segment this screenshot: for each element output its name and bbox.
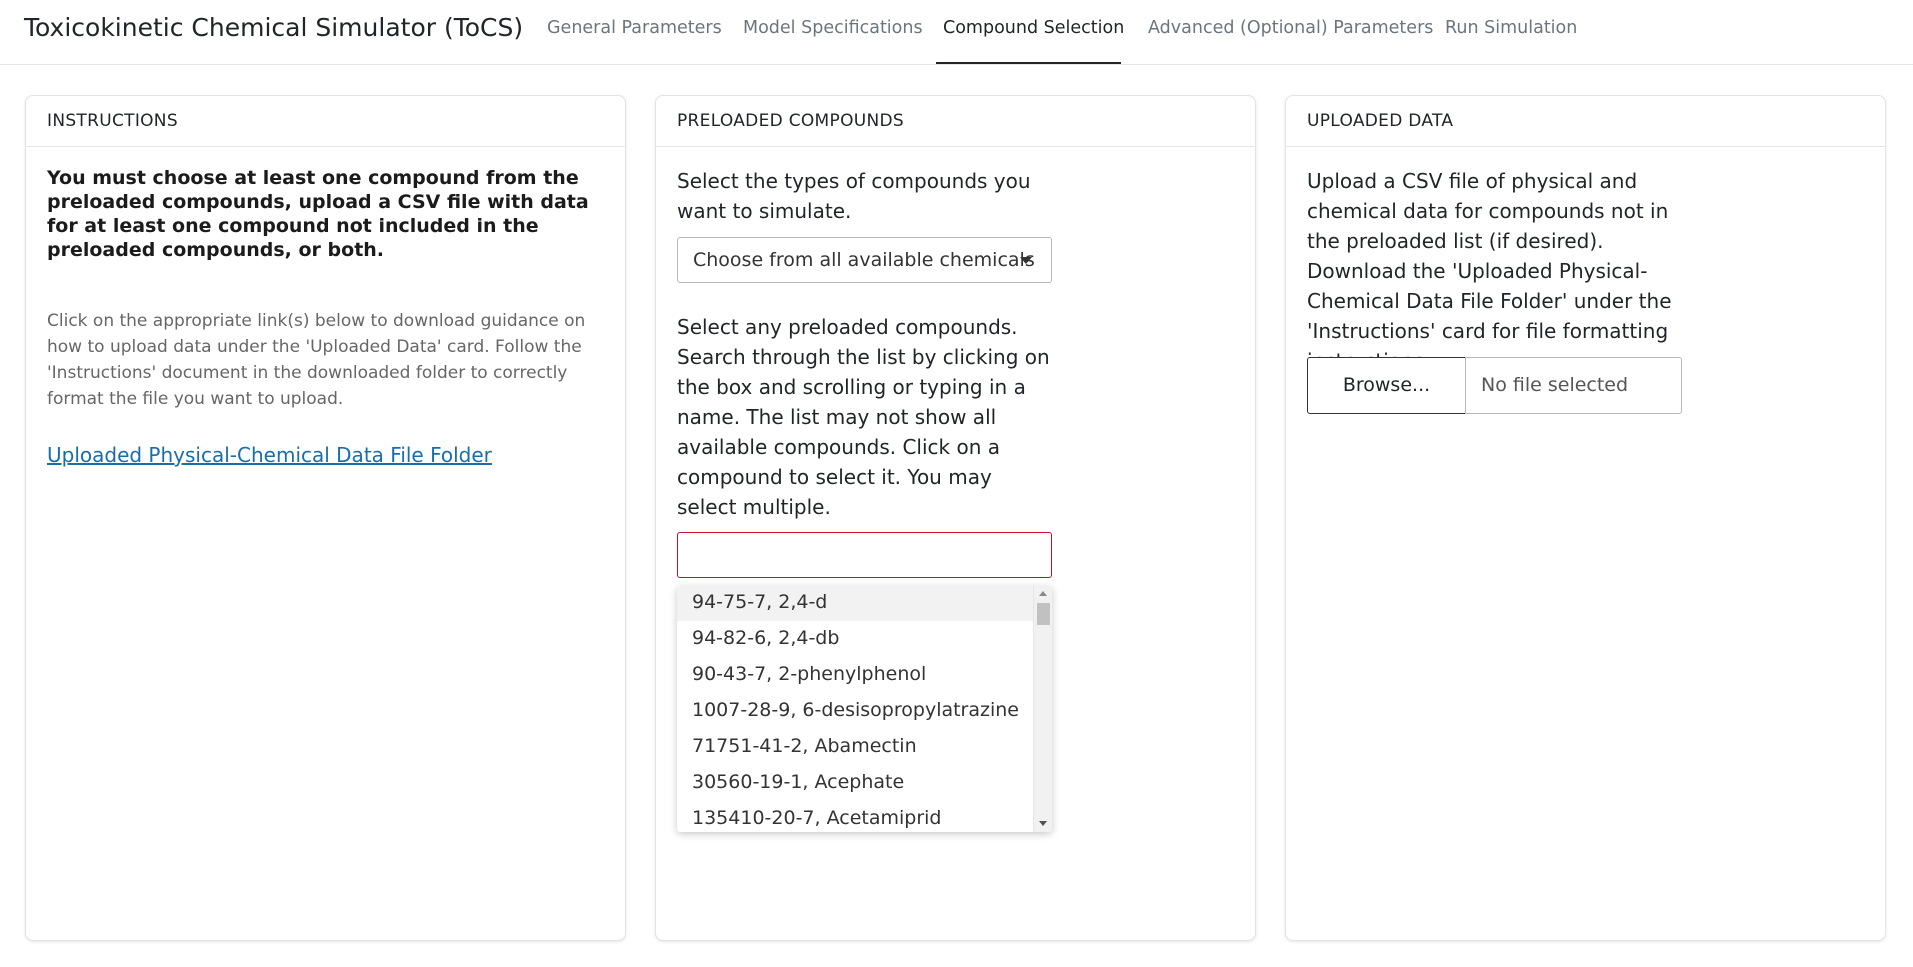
tab-run-simulation[interactable]: Run Simulation — [1445, 18, 1577, 38]
uploaded-card-header: UPLOADED DATA — [1286, 96, 1885, 147]
scroll-up-arrow-icon[interactable] — [1039, 591, 1047, 596]
file-status-display: No file selected — [1465, 357, 1682, 414]
compound-option[interactable]: 94-82-6, 2,4-db — [677, 621, 1033, 657]
compound-selection-prompt: Select any preloaded compounds. Search t… — [677, 315, 1050, 519]
upload-instructions: Upload a CSV file of physical and chemic… — [1307, 169, 1672, 373]
preloaded-compounds-card: PRELOADED COMPOUNDS Select the types of … — [655, 95, 1256, 941]
compound-options-list: 94-75-7, 2,4-d 94-82-6, 2,4-db 90-43-7, … — [677, 586, 1033, 832]
tab-compound-selection[interactable]: Compound Selection — [943, 18, 1124, 38]
instructions-requirement: You must choose at least one compound fr… — [47, 167, 589, 261]
compound-type-select-value: Choose from all available chemicals — [693, 249, 1035, 271]
dropdown-scrollbar[interactable] — [1033, 586, 1052, 832]
caret-down-icon — [1020, 257, 1032, 264]
tab-model-specifications[interactable]: Model Specifications — [743, 18, 923, 38]
instructions-guidance: Click on the appropriate link(s) below t… — [47, 311, 586, 409]
browse-button[interactable]: Browse... — [1307, 357, 1466, 414]
compound-option[interactable]: 1007-28-9, 6-desisopropylatrazine — [677, 693, 1033, 729]
nav-tabs: General Parameters Model Specifications … — [0, 0, 1913, 65]
compound-option[interactable]: 94-75-7, 2,4-d — [677, 586, 1033, 621]
uploaded-data-card: UPLOADED DATA Upload a CSV file of physi… — [1285, 95, 1886, 941]
scroll-down-arrow-icon[interactable] — [1039, 821, 1047, 826]
compound-type-prompt: Select the types of compounds you want t… — [677, 169, 1031, 223]
compound-type-select[interactable]: Choose from all available chemicals — [677, 237, 1052, 283]
download-file-folder-link[interactable]: Uploaded Physical-Chemical Data File Fol… — [47, 443, 492, 467]
scrollbar-thumb[interactable] — [1037, 603, 1050, 625]
compound-option[interactable]: 71751-41-2, Abamectin — [677, 729, 1033, 765]
instructions-card: INSTRUCTIONS You must choose at least on… — [25, 95, 626, 941]
compound-option[interactable]: 30560-19-1, Acephate — [677, 765, 1033, 801]
instructions-card-header: INSTRUCTIONS — [26, 96, 625, 147]
compound-options-dropdown: 94-75-7, 2,4-d 94-82-6, 2,4-db 90-43-7, … — [677, 586, 1052, 832]
compound-search-input[interactable] — [677, 532, 1052, 578]
tab-general-parameters[interactable]: General Parameters — [547, 18, 722, 38]
active-tab-indicator — [936, 62, 1121, 64]
compound-option[interactable]: 135410-20-7, Acetamiprid — [677, 801, 1033, 832]
compound-option[interactable]: 90-43-7, 2-phenylphenol — [677, 657, 1033, 693]
tab-advanced-parameters[interactable]: Advanced (Optional) Parameters — [1148, 18, 1433, 38]
navbar: Toxicokinetic Chemical Simulator (ToCS) … — [0, 0, 1913, 65]
preloaded-card-header: PRELOADED COMPOUNDS — [656, 96, 1255, 147]
